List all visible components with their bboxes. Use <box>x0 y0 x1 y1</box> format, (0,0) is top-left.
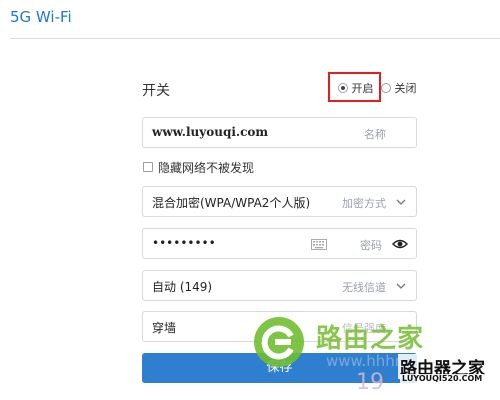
switch-off-option[interactable]: 关闭 <box>381 80 417 96</box>
eye-icon[interactable] <box>392 238 408 250</box>
channel-value: 自动 (149) <box>152 280 213 294</box>
encryption-select[interactable]: 混合加密(WPA/WPA2个人版) 加密方式 <box>142 186 417 217</box>
hide-network-label: 隐藏网络不被发现 <box>158 161 255 175</box>
switch-off-label: 关闭 <box>394 82 417 95</box>
password-value: ••••••••• <box>152 236 216 250</box>
ssid-value: www.luyouqi.com <box>152 125 269 139</box>
watermark-url: www.hhhr <box>326 352 401 370</box>
password-field[interactable]: ••••••••• 密码 <box>142 228 417 259</box>
watermark-site-name: 路由之家 <box>316 324 425 354</box>
chevron-down-icon <box>396 199 406 205</box>
title-divider <box>10 38 500 39</box>
password-tag: 密码 <box>360 239 382 252</box>
ssid-field[interactable]: www.luyouqi.com 名称 <box>142 117 417 148</box>
hide-network-checkbox[interactable] <box>143 162 153 172</box>
watermark-number: 19 <box>356 370 384 395</box>
keyboard-icon[interactable] <box>311 239 327 250</box>
encryption-tag: 加密方式 <box>342 197 386 210</box>
page-title: 5G Wi-Fi <box>10 8 72 26</box>
encryption-value: 混合加密(WPA/WPA2个人版) <box>152 196 311 210</box>
watermark-logo-icon <box>254 317 304 367</box>
switch-off-radio[interactable] <box>381 83 391 93</box>
watermark-brand-url: LUYOUQI520.COM <box>400 374 485 383</box>
switch-highlight-box <box>328 72 381 102</box>
channel-tag: 无线信道 <box>342 281 386 294</box>
chevron-down-icon <box>396 283 406 289</box>
switch-label: 开关 <box>142 83 170 99</box>
channel-select[interactable]: 自动 (149) 无线信道 <box>142 270 417 301</box>
signal-value: 穿墙 <box>152 321 177 335</box>
ssid-tag: 名称 <box>364 128 386 141</box>
